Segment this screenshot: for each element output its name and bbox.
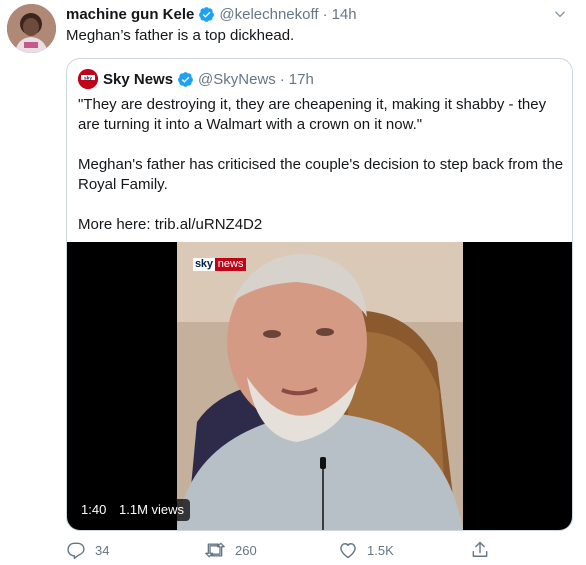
video-frame: sky news <box>177 242 463 530</box>
like-icon <box>340 543 356 559</box>
tweet[interactable]: machine gun Kele @kelechnekoff · 14h Meg… <box>0 0 586 565</box>
quoted-paragraph: Meghan's father has criticised the coupl… <box>78 156 568 193</box>
sky-news-logo-icon[interactable]: sky <box>78 69 98 89</box>
quoted-paragraph: "They are destroying it, they are cheape… <box>78 96 551 133</box>
reply-count: 34 <box>95 542 110 558</box>
share-button[interactable] <box>470 538 499 562</box>
reply-icon <box>67 542 85 560</box>
retweet-count: 260 <box>235 542 257 558</box>
video-player[interactable]: sky news 1:40 1.1M views <box>67 242 572 530</box>
tweet-text: Meghan’s father is a top dickhead. <box>66 27 295 44</box>
quoted-link-paragraph[interactable]: More here: trib.al/uRNZ4D2 <box>78 215 568 235</box>
quoted-tweet[interactable]: sky Sky News @SkyNews · 17h "They are de… <box>66 58 573 531</box>
quoted-author-row: sky Sky News @SkyNews · 17h <box>78 69 314 89</box>
sky-avatar-text: sky <box>84 75 92 81</box>
quoted-author-name[interactable]: Sky News <box>103 71 173 88</box>
author-handle[interactable]: @kelechnekoff <box>219 6 318 23</box>
tweet-actions: 34 260 1.5K <box>66 538 546 562</box>
like-button[interactable]: 1.5K <box>338 538 394 562</box>
separator-dot: · <box>322 5 328 23</box>
tweet-timestamp[interactable]: 14h <box>332 6 357 23</box>
video-views-badge: 1.1M views <box>113 499 191 521</box>
verified-badge-icon <box>177 71 194 88</box>
watermark-news: news <box>214 258 247 271</box>
quoted-text: "They are destroying it, they are cheape… <box>78 95 568 255</box>
quoted-timestamp[interactable]: 17h <box>289 71 314 88</box>
separator-dot: · <box>279 70 285 88</box>
video-duration-badge: 1:40 <box>75 499 113 521</box>
author-name[interactable]: machine gun Kele <box>66 6 194 23</box>
like-count: 1.5K <box>367 542 394 558</box>
sky-news-watermark: sky news <box>193 258 247 271</box>
retweet-button[interactable]: 260 <box>204 538 257 562</box>
watermark-sky: sky <box>193 258 215 271</box>
tweet-author-row: machine gun Kele @kelechnekoff · 14h <box>66 4 357 24</box>
chevron-down-icon[interactable] <box>550 4 570 24</box>
share-icon <box>472 541 488 557</box>
author-avatar[interactable] <box>7 4 56 53</box>
reply-button[interactable]: 34 <box>66 538 109 562</box>
video-thumbnail-image <box>177 242 463 530</box>
quoted-author-handle[interactable]: @SkyNews <box>198 71 276 88</box>
retweet-icon <box>205 542 225 558</box>
verified-badge-icon <box>198 6 215 23</box>
